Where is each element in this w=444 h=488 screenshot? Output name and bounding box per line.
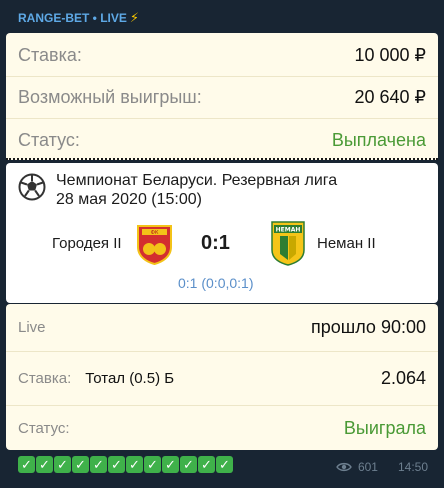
check-mark-icon: ✓ [144,456,161,473]
message-time: 14:50 [397,460,428,474]
bet-row: Ставка: Тотал (0.5) Б 2.064 [6,358,438,398]
bet-summary-card: Ставка: 10 000 ₽ Возможный выигрыш: 20 6… [6,33,438,160]
view-count: 601 [357,460,378,474]
league-info: Чемпионат Беларуси. Резервная лига 28 ма… [56,171,337,209]
live-row: Live прошло 90:00 [6,307,438,347]
match-card: Чемпионат Беларуси. Резервная лига 28 ма… [6,163,438,303]
divider [6,118,438,119]
status-label: Статус: [18,129,80,150]
divider [6,351,438,352]
check-mark-icon: ✓ [36,456,53,473]
check-mark-icon: ✓ [90,456,107,473]
league-name: Чемпионат Беларуси. Резервная лига [56,172,338,189]
check-mark-icon: ✓ [180,456,197,473]
check-mark-icon: ✓ [72,456,89,473]
away-team-logo: НЕМАН [271,221,305,266]
away-team: Неман II [317,235,376,252]
bet-status-row: Статус: Выиграла [6,408,438,448]
check-mark-icon: ✓ [162,456,179,473]
bet-type: Тотал (0.5) Б [85,369,175,387]
win-row: Возможный выигрыш: 20 640 ₽ [6,77,438,117]
check-mark-icon: ✓ [126,456,143,473]
message-meta: 601 14:50 [336,460,428,474]
home-team-logo: ФК [137,225,172,265]
check-mark-icon: ✓ [108,456,125,473]
channel-name[interactable]: RANGE-BET • LIVE [18,11,127,25]
stake-label: Ставка: [18,44,82,65]
live-label: Live [18,318,46,336]
payout-status-row: Статус: Выплачена [6,120,438,160]
stake-row: Ставка: 10 000 ₽ [6,35,438,75]
svg-text:ФК: ФК [151,230,159,236]
bet-status-label: Статус: [18,419,70,437]
eye-icon [336,462,352,472]
channel-header[interactable]: RANGE-BET • LIVE ⚡ [18,8,139,28]
stake-value: 10 000 ₽ [354,44,426,65]
soccer-ball-icon [18,173,46,201]
divider [6,405,438,406]
message-bubble: RANGE-BET • LIVE ⚡ Ставка: 10 000 ₽ Возм… [0,0,444,488]
check-mark-icon: ✓ [216,456,233,473]
win-value: 20 640 ₽ [354,86,426,107]
bet-odds: 2.064 [380,367,426,388]
bet-status-value: Выиграла [343,417,426,438]
win-label: Возможный выигрыш: [18,86,202,107]
match-date: 28 мая 2020 (15:00) [56,191,202,208]
score-detail: 0:1 (0:0,0:1) [178,275,254,291]
svg-text:НЕМАН: НЕМАН [276,227,301,234]
lightning-icon: ⚡ [129,10,140,25]
status-value: Выплачена [331,129,426,150]
check-mark-icon: ✓ [198,456,215,473]
home-team: Городея II [52,235,122,252]
bet-stake-label: Ставка: [18,369,72,387]
match-score: 0:1 [201,232,230,254]
check-mark-icon: ✓ [18,456,35,473]
result-checkmarks: ✓ ✓ ✓ ✓ ✓ ✓ ✓ ✓ ✓ ✓ ✓ ✓ [18,456,233,478]
check-mark-icon: ✓ [54,456,71,473]
bet-details-card: Live прошло 90:00 Ставка: Тотал (0.5) Б … [6,304,438,450]
live-elapsed: прошло 90:00 [311,316,426,337]
